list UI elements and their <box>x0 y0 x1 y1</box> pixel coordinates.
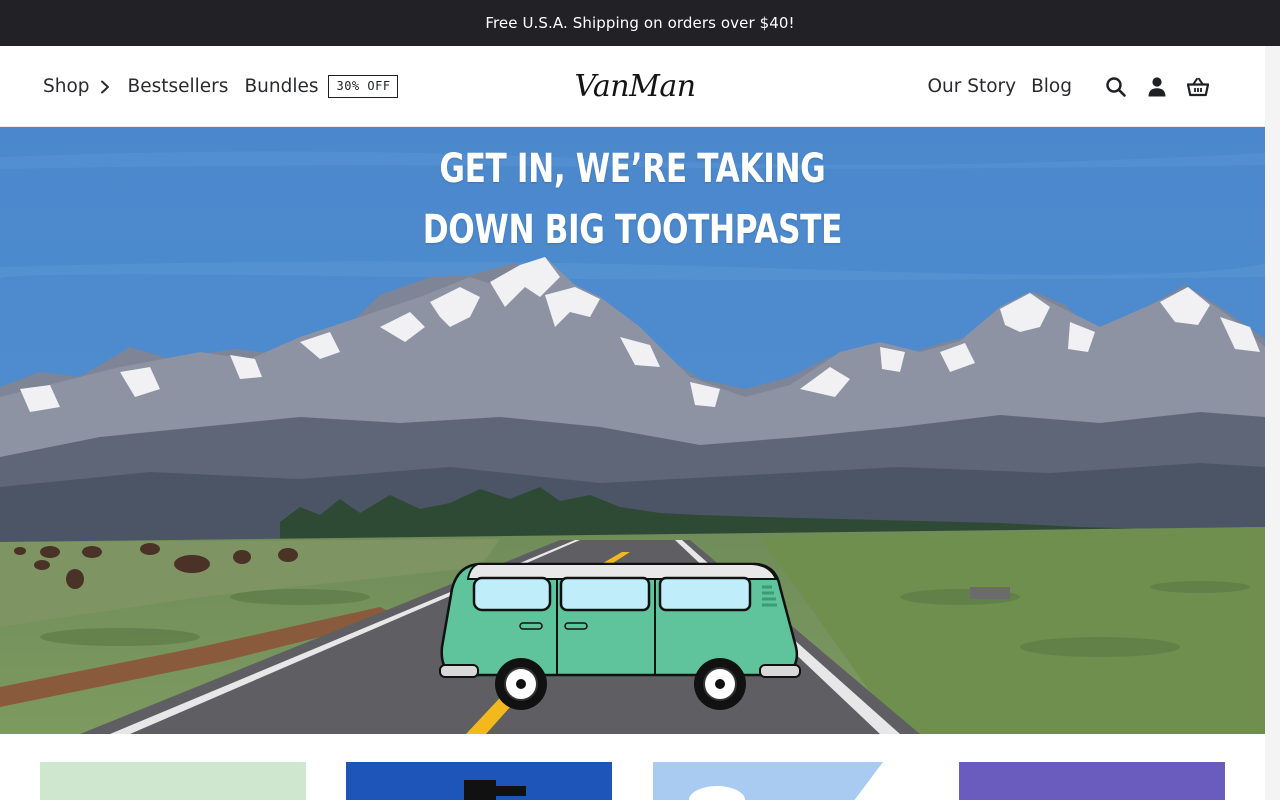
secondary-nav: Our Story Blog <box>927 46 1210 127</box>
page-scrollbar[interactable] <box>1265 46 1280 800</box>
hero-headline-line2: DOWN BIG TOOTHPASTE <box>422 207 843 253</box>
primary-nav: Shop Bestsellers Bundles 30% OFF <box>43 46 398 127</box>
site-logo[interactable]: VanMan <box>574 62 696 110</box>
product-image <box>689 762 919 800</box>
account-icon[interactable] <box>1145 75 1169 99</box>
chevron-right-icon[interactable] <box>100 80 110 94</box>
product-card-row <box>0 734 1265 800</box>
announcement-text: Free U.S.A. Shipping on orders over $40! <box>485 14 795 32</box>
nav-our-story[interactable]: Our Story <box>927 76 1016 97</box>
product-card[interactable] <box>40 762 306 800</box>
cart-basket-icon[interactable] <box>1186 75 1210 99</box>
nav-bestsellers[interactable]: Bestsellers <box>128 76 229 97</box>
hero-headline-line1: GET IN, WE’RE TAKING <box>439 146 826 192</box>
product-card[interactable] <box>653 762 919 800</box>
announcement-bar: Free U.S.A. Shipping on orders over $40! <box>0 0 1280 46</box>
nav-bundles[interactable]: Bundles <box>244 76 318 97</box>
nav-blog[interactable]: Blog <box>1031 76 1072 97</box>
product-image <box>464 780 526 800</box>
product-card[interactable] <box>346 762 612 800</box>
search-icon[interactable] <box>1104 75 1128 99</box>
site-header: Shop Bestsellers Bundles 30% OFF VanMan … <box>0 46 1280 127</box>
promo-badge[interactable]: 30% OFF <box>328 75 398 98</box>
hero-banner[interactable]: GET IN, WE’RE TAKING DOWN BIG TOOTHPASTE <box>0 127 1265 734</box>
nav-shop[interactable]: Shop <box>43 76 90 97</box>
product-card[interactable] <box>959 762 1225 800</box>
